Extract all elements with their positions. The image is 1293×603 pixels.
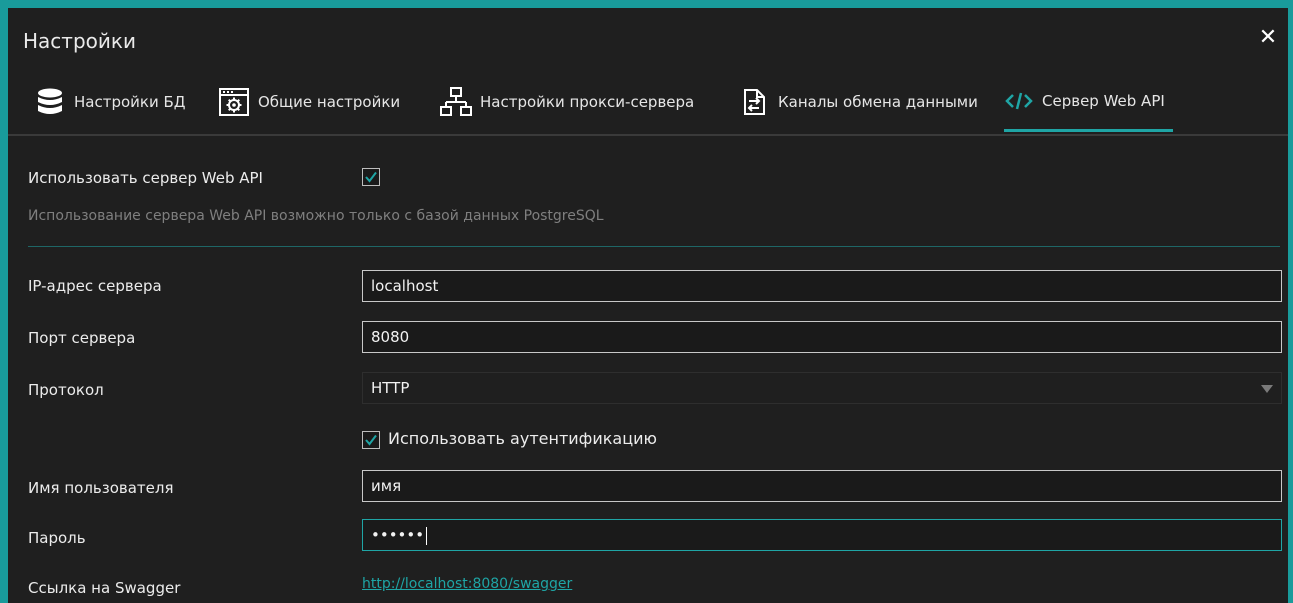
use-auth-checkbox[interactable] <box>362 431 380 449</box>
tab-data-exchange[interactable]: Каналы обмена данными <box>738 72 978 132</box>
protocol-selected-value: HTTP <box>371 379 410 397</box>
tab-label: Сервер Web API <box>1042 91 1165 110</box>
tab-proxy-settings[interactable]: Настройки прокси-сервера <box>440 72 694 132</box>
protocol-label: Протокол <box>28 381 104 399</box>
ip-address-field[interactable]: localhost <box>362 270 1282 302</box>
tab-bar: Настройки БД Общие настройки Настройки п… <box>8 72 1288 136</box>
password-mask: •••••• <box>371 526 425 544</box>
data-exchange-icon <box>738 86 770 118</box>
password-field[interactable]: •••••• <box>362 519 1282 551</box>
postgresql-hint: Использование сервера Web API возможно т… <box>28 208 604 224</box>
use-webapi-label: Использовать сервер Web API <box>28 169 263 187</box>
tab-label: Настройки прокси-сервера <box>480 93 695 111</box>
protocol-select[interactable]: HTTP <box>362 372 1282 404</box>
tab-webapi-server[interactable]: Сервер Web API <box>1004 72 1173 132</box>
use-auth-label[interactable]: Использовать аутентификацию <box>388 428 657 450</box>
window-title: Настройки <box>23 29 136 53</box>
swagger-link[interactable]: http://localhost:8080/swagger <box>362 574 572 594</box>
network-icon <box>440 86 472 118</box>
port-field[interactable]: 8080 <box>362 321 1282 353</box>
tab-label: Общие настройки <box>258 93 401 111</box>
tab-general-settings[interactable]: Общие настройки <box>218 72 400 132</box>
username-field[interactable]: имя <box>362 470 1282 502</box>
database-icon <box>34 86 66 118</box>
title-bar: Настройки ✕ <box>8 8 1288 72</box>
port-label: Порт сервера <box>28 329 136 347</box>
ip-address-label: IP-адрес сервера <box>28 277 162 295</box>
text-cursor <box>426 526 428 545</box>
tab-label: Каналы обмена данными <box>778 93 978 111</box>
divider <box>28 246 1280 247</box>
close-icon[interactable]: ✕ <box>1256 26 1280 50</box>
code-icon <box>1004 85 1034 117</box>
chevron-down-icon <box>1261 385 1273 393</box>
settings-window-icon <box>218 86 250 118</box>
tab-label: Настройки БД <box>74 93 186 111</box>
use-webapi-checkbox[interactable] <box>362 168 380 186</box>
username-label: Имя пользователя <box>28 479 174 497</box>
settings-window: Настройки ✕ Настройки БД Общие настройки… <box>0 0 1293 603</box>
tab-db-settings[interactable]: Настройки БД <box>34 72 186 132</box>
swagger-label: Ссылка на Swagger <box>28 579 181 597</box>
password-label: Пароль <box>28 529 86 547</box>
